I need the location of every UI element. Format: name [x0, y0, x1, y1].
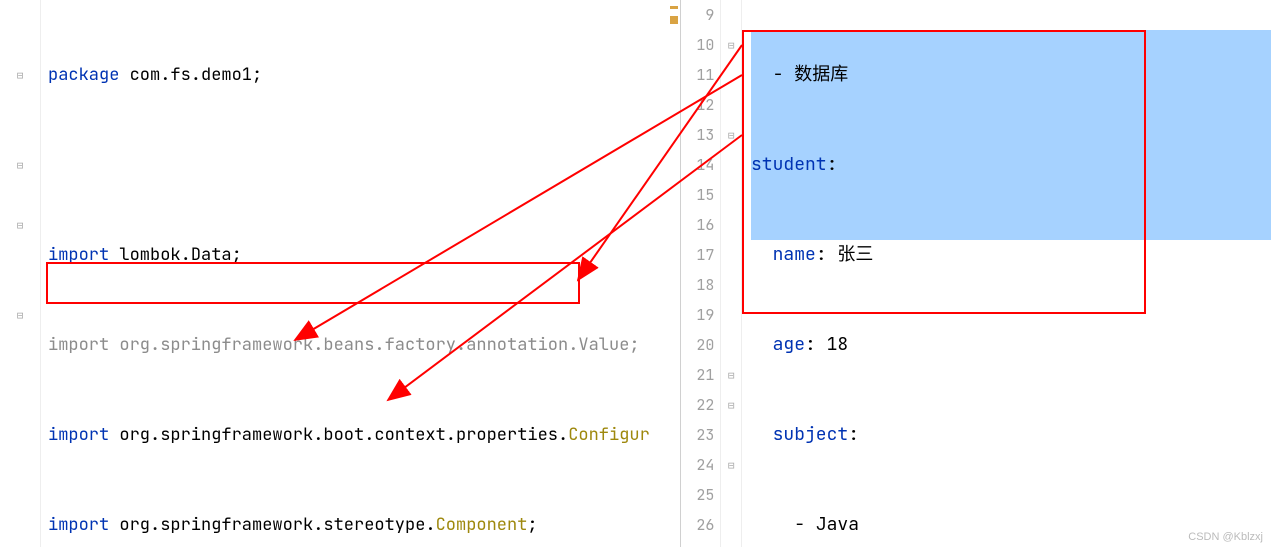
- watermark: CSDN @Kblzxj: [1188, 531, 1263, 543]
- fold-icon[interactable]: [721, 360, 741, 390]
- yaml-line[interactable]: subject:: [751, 420, 1271, 450]
- yaml-line[interactable]: student:: [751, 150, 1271, 180]
- fold-icon[interactable]: [0, 300, 40, 330]
- code-line[interactable]: import org.springframework.beans.factory…: [48, 330, 680, 360]
- line-number: 11: [681, 60, 714, 90]
- fold-icon[interactable]: [0, 210, 40, 240]
- fold-icon[interactable]: [0, 150, 40, 180]
- right-gutter: 9 10 11 12 13 14 15 16 17 18 19 20 21 22…: [681, 0, 742, 547]
- left-error-stripe[interactable]: [668, 0, 680, 547]
- right-editor-pane[interactable]: 9 10 11 12 13 14 15 16 17 18 19 20 21 22…: [681, 0, 1271, 547]
- line-number: 26: [681, 510, 714, 540]
- fold-icon[interactable]: [721, 450, 741, 480]
- line-number: 15: [681, 180, 714, 210]
- right-code-area[interactable]: - 数据库 student: name: 张三 age: 18 subject:…: [741, 0, 1271, 547]
- line-numbers: 9 10 11 12 13 14 15 16 17 18 19 20 21 22…: [681, 0, 720, 547]
- line-number: 18: [681, 270, 714, 300]
- fold-icon[interactable]: [0, 60, 40, 90]
- line-number: 19: [681, 300, 714, 330]
- line-number: 12: [681, 90, 714, 120]
- editor-container: package com.fs.demo1; import lombok.Data…: [0, 0, 1271, 547]
- yaml-line[interactable]: name: 张三: [751, 240, 1271, 270]
- code-line[interactable]: import org.springframework.stereotype.Co…: [48, 510, 680, 540]
- code-line[interactable]: import org.springframework.boot.context.…: [48, 420, 680, 450]
- fold-icon[interactable]: [721, 30, 741, 60]
- line-number: 10: [681, 30, 714, 60]
- code-line[interactable]: import lombok.Data;: [48, 240, 680, 270]
- left-code-area[interactable]: package com.fs.demo1; import lombok.Data…: [40, 0, 680, 547]
- line-number: 25: [681, 480, 714, 510]
- yaml-line[interactable]: - 数据库: [751, 60, 1271, 90]
- line-number: 23: [681, 420, 714, 450]
- line-number: 21: [681, 360, 714, 390]
- line-number: 17: [681, 240, 714, 270]
- fold-icon[interactable]: [721, 390, 741, 420]
- line-number: 14: [681, 150, 714, 180]
- left-gutter: [0, 0, 41, 547]
- line-number: 24: [681, 450, 714, 480]
- yaml-line[interactable]: age: 18: [751, 330, 1271, 360]
- line-number: 13: [681, 120, 714, 150]
- left-editor-pane[interactable]: package com.fs.demo1; import lombok.Data…: [0, 0, 681, 547]
- line-number: 9: [681, 0, 714, 30]
- line-number: 16: [681, 210, 714, 240]
- line-number: 20: [681, 330, 714, 360]
- line-number: 22: [681, 390, 714, 420]
- code-line[interactable]: package com.fs.demo1;: [48, 60, 680, 90]
- fold-icon[interactable]: [721, 120, 741, 150]
- warning-marker[interactable]: [670, 6, 678, 9]
- warning-marker[interactable]: [670, 16, 678, 24]
- code-line[interactable]: [48, 150, 680, 180]
